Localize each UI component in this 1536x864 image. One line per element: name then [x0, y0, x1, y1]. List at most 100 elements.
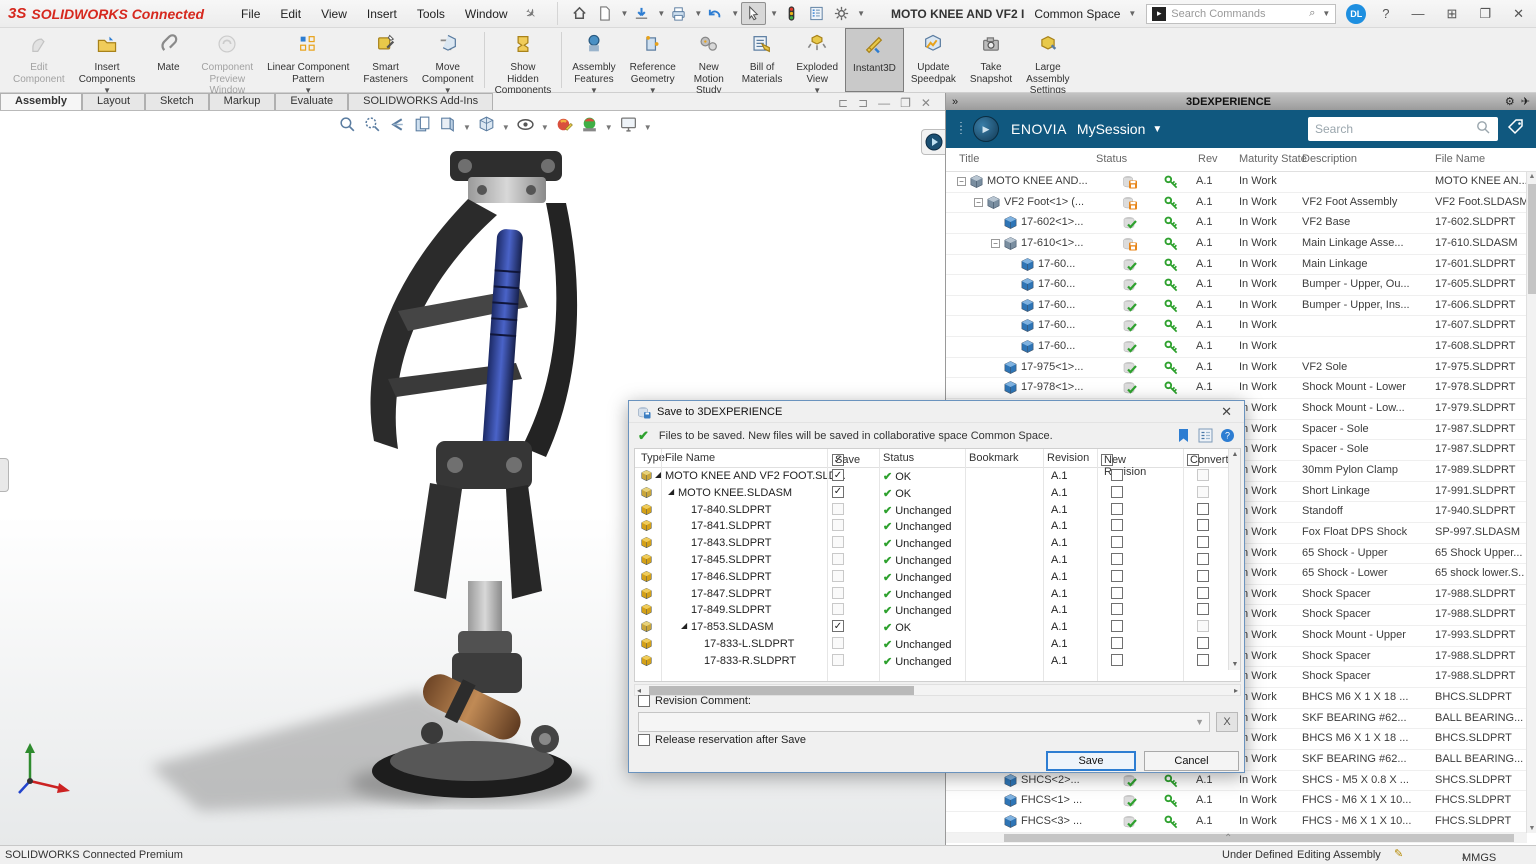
- tab-sketch[interactable]: Sketch: [145, 93, 209, 110]
- traffic-light-icon[interactable]: [780, 3, 803, 24]
- session-grid-row[interactable]: FHCS<3> ... A.1 In Work FHCS - M6 X 1 X 10.…: [946, 812, 1527, 833]
- options-gear-icon[interactable]: [830, 3, 853, 24]
- save-checkbox[interactable]: [832, 636, 844, 649]
- print-icon[interactable]: [667, 3, 690, 24]
- dialog-file-row[interactable]: 17-840.SLDPRT ✔ Unchanged A.1: [635, 502, 1230, 519]
- session-grid-row[interactable]: 17-60... A.1 In Work 17-607.SLDPRT: [946, 316, 1527, 338]
- exploded-view-button[interactable]: Exploded View ▼: [789, 28, 845, 95]
- new-revision-checkbox[interactable]: [1111, 603, 1123, 616]
- save-checkbox[interactable]: [832, 519, 844, 532]
- assembly-features-button[interactable]: Assembly Features ▼: [565, 28, 622, 95]
- convert-checkbox[interactable]: [1197, 603, 1209, 616]
- panel-horizontal-scrollbar[interactable]: [946, 833, 1527, 843]
- new-revision-checkbox[interactable]: [1111, 552, 1123, 565]
- billof-materials-button[interactable]: Bill of Materials: [735, 28, 790, 92]
- tree-expander-icon[interactable]: −: [974, 197, 983, 207]
- mysession-label[interactable]: MySession: [1077, 121, 1145, 137]
- scrollbar-thumb[interactable]: [1528, 184, 1536, 294]
- session-grid-row[interactable]: FHCS<1> ... A.1 In Work FHCS - M6 X 1 X 10.…: [946, 791, 1527, 812]
- tree-expander-icon[interactable]: −: [991, 238, 1000, 248]
- show-hidden-components-button[interactable]: Show Hidden Components: [488, 28, 559, 96]
- convert-checkbox[interactable]: [1197, 569, 1209, 582]
- dialog-title-bar[interactable]: Save to 3DEXPERIENCE ✕: [629, 401, 1244, 423]
- session-grid-row[interactable]: 17-60... A.1 In Work Main Linkage 17-601.SLD…: [946, 255, 1527, 276]
- session-grid-row[interactable]: SHCS<2>... A.1 In Work SHCS - M5 X 0.8 X ..…: [946, 771, 1527, 792]
- dialog-file-row[interactable]: 17-849.SLDPRT ✔ Unchanged A.1: [635, 602, 1230, 619]
- close-window-icon[interactable]: ✕: [1507, 6, 1530, 22]
- session-grid-row[interactable]: 17-60... A.1 In Work 17-608.SLDPRT: [946, 337, 1527, 358]
- home-icon[interactable]: [568, 3, 591, 24]
- save-checkbox[interactable]: [832, 620, 844, 633]
- new-revision-checkbox[interactable]: [1111, 636, 1123, 649]
- drag-grip-icon[interactable]: ⋮ ⋮: [956, 122, 967, 136]
- dialog-file-row[interactable]: 17-833-L.SLDPRT ✔ Unchanged A.1: [635, 636, 1230, 653]
- save-checkbox[interactable]: [832, 586, 844, 599]
- 3dexperience-compass-tab[interactable]: [921, 129, 945, 155]
- revision-comment-input[interactable]: ▼: [638, 712, 1210, 732]
- column-header-rev[interactable]: Rev: [1198, 153, 1218, 165]
- convert-checkbox[interactable]: [1197, 586, 1209, 599]
- panel-search-input[interactable]: Search: [1308, 117, 1498, 141]
- session-grid-row[interactable]: 17-60... A.1 In Work Bumper - Upper, Ou... 1…: [946, 275, 1527, 296]
- save-checkbox[interactable]: [832, 552, 844, 565]
- panel-collapse-chevron-icon[interactable]: ⌃: [1224, 833, 1232, 844]
- search-commands-input[interactable]: ▸ Search Commands ⌕ ▼: [1146, 3, 1337, 24]
- move-component-button[interactable]: Move Component ▼: [415, 28, 481, 95]
- restore-window-icon[interactable]: ❐: [1473, 6, 1497, 22]
- new-revision-checkbox[interactable]: [1111, 569, 1123, 582]
- new-motion-study-button[interactable]: New Motion Study: [683, 28, 735, 96]
- dialog-file-row[interactable]: 17-845.SLDPRT ✔ Unchanged A.1: [635, 552, 1230, 569]
- smart-fasteners-button[interactable]: Smart Fasteners: [356, 28, 414, 92]
- column-header-file-name[interactable]: File Name: [1435, 153, 1485, 165]
- bom-list-icon[interactable]: [805, 3, 828, 24]
- convert-checkbox[interactable]: [1197, 536, 1209, 549]
- dialog-file-row[interactable]: ◢ MOTO KNEE.SLDASM ✔OK A.1: [635, 485, 1230, 502]
- revision-comment-checkbox[interactable]: [638, 695, 650, 707]
- dropdown-caret-icon[interactable]: ▼: [857, 9, 865, 18]
- bookmark-icon[interactable]: [1176, 428, 1191, 443]
- doc-restore-icon[interactable]: ❐: [900, 96, 911, 110]
- tree-expander-icon[interactable]: ◢: [668, 487, 674, 496]
- column-header-description[interactable]: Description: [1302, 153, 1357, 165]
- save-checkbox[interactable]: [832, 536, 844, 549]
- session-grid-row[interactable]: 17-978<1>... A.1 In Work Shock Mount - Lowe…: [946, 378, 1527, 400]
- search-caret-icon[interactable]: ▼: [1322, 9, 1330, 18]
- large-assembly-settings-button[interactable]: Large Assembly Settings: [1019, 28, 1076, 96]
- column-header-revision[interactable]: Revision: [1047, 452, 1089, 464]
- dialog-file-row[interactable]: 17-847.SLDPRT ✔ Unchanged A.1: [635, 586, 1230, 603]
- scrollbar-thumb[interactable]: [649, 686, 914, 695]
- save-checkbox[interactable]: [832, 502, 844, 515]
- save-icon[interactable]: [630, 3, 653, 24]
- menu-file[interactable]: File: [232, 3, 269, 25]
- pane-right-icon[interactable]: ⊐: [858, 96, 868, 110]
- convert-checkbox[interactable]: [1197, 519, 1209, 532]
- reference-geometry-button[interactable]: Reference Geometry ▼: [623, 28, 683, 95]
- menu-edit[interactable]: Edit: [271, 3, 310, 25]
- save-button[interactable]: Save: [1046, 751, 1136, 771]
- tab-layout[interactable]: Layout: [81, 93, 146, 110]
- save-checkbox[interactable]: [832, 603, 844, 616]
- panel-pin-icon[interactable]: ✈: [1521, 95, 1530, 108]
- dialog-file-row[interactable]: 17-841.SLDPRT ✔ Unchanged A.1: [635, 518, 1230, 535]
- session-grid-row[interactable]: 17-975<1>... A.1 In Work VF2 Sole 17-975.SLD…: [946, 358, 1527, 379]
- left-flyout-handle[interactable]: [0, 458, 9, 492]
- dialog-close-icon[interactable]: ✕: [1217, 404, 1236, 420]
- dropdown-caret-icon[interactable]: ▼: [770, 9, 778, 18]
- search-icon[interactable]: ⌕: [1309, 7, 1315, 20]
- save-checkbox[interactable]: [832, 485, 844, 498]
- column-header-file-name[interactable]: File Name: [665, 452, 715, 464]
- dropdown-caret-icon[interactable]: ▼: [694, 9, 702, 18]
- doc-minimize-icon[interactable]: —: [878, 96, 890, 110]
- session-grid-row[interactable]: − MOTO KNEE AND... A.1 In Work MOTO KNEE AN.…: [946, 172, 1527, 193]
- panel-vertical-scrollbar[interactable]: ▲ ▼: [1526, 172, 1536, 833]
- column-header-maturity-state[interactable]: Maturity State: [1239, 153, 1307, 165]
- column-header-bookmark[interactable]: Bookmark: [969, 452, 1019, 464]
- tree-expander-icon[interactable]: ◢: [681, 621, 687, 630]
- session-chevron-down-icon[interactable]: ▼: [1152, 124, 1162, 135]
- dropdown-caret-icon[interactable]: ▼: [731, 9, 739, 18]
- tab-markup[interactable]: Markup: [208, 93, 276, 110]
- new-revision-checkbox[interactable]: [1111, 586, 1123, 599]
- undo-icon[interactable]: [704, 3, 727, 24]
- tab-evaluate[interactable]: Evaluate: [275, 93, 349, 110]
- new-document-icon[interactable]: [593, 3, 616, 24]
